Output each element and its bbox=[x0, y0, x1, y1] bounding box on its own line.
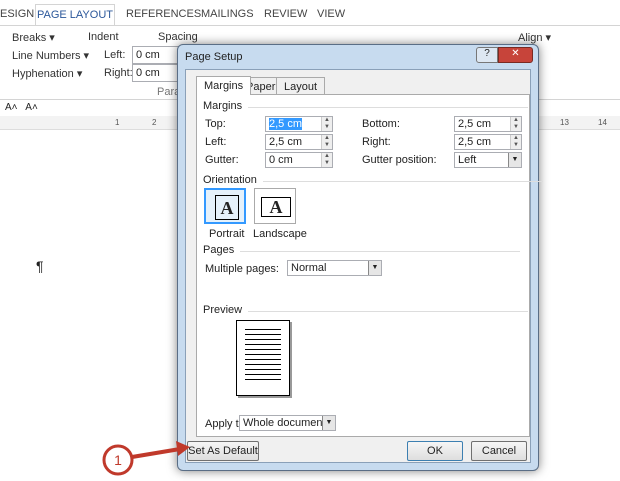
annotation-number: 1 bbox=[114, 452, 122, 468]
annotation-arrow bbox=[102, 441, 190, 476]
tab-margins[interactable]: Margins bbox=[196, 76, 252, 95]
